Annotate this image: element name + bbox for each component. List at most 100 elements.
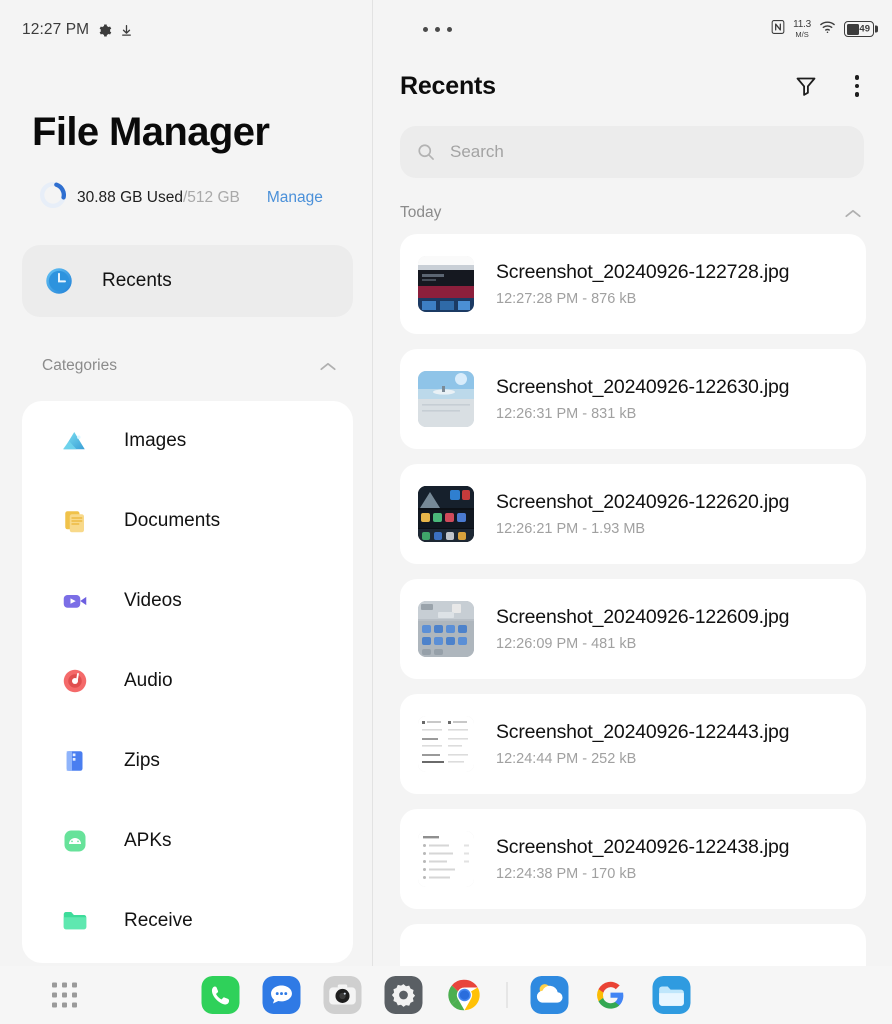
table-row[interactable]: Screenshot_20240926-122443.jpg 12:24:44 … (400, 694, 866, 794)
sidebar-item-label: Documents (124, 510, 220, 532)
search-placeholder: Search (450, 142, 504, 162)
file-name: Screenshot_20240926-122728.jpg (496, 261, 789, 283)
dock-app-list (202, 976, 691, 1014)
table-row[interactable]: Screenshot_20240926-122609.jpg 12:26:09 … (400, 579, 866, 679)
sidebar-item-label: Receive (124, 910, 193, 932)
file-thumbnail (418, 831, 474, 887)
storage-ring-icon (40, 182, 66, 213)
file-meta: 12:24:44 PM - 252 kB (496, 751, 789, 767)
chevron-up-icon[interactable] (319, 361, 337, 372)
sidebar-item-label: Audio (124, 670, 173, 692)
file-name: Screenshot_20240926-122438.jpg (496, 836, 789, 858)
wifi-icon (819, 20, 836, 39)
file-name: Screenshot_20240926-122630.jpg (496, 376, 789, 398)
main-panel: 11.3 M/S 49 (373, 0, 892, 1024)
audio-disc-icon (60, 666, 90, 696)
sidebar-item-label: Images (124, 430, 186, 452)
manage-storage-link[interactable]: Manage (267, 189, 323, 207)
file-info: Screenshot_20240926-122630.jpg 12:26:31 … (496, 376, 789, 422)
sidebar-item-videos[interactable]: Videos (22, 561, 353, 641)
file-meta: 12:24:38 PM - 170 kB (496, 866, 789, 882)
sidebar-item-label: Recents (102, 270, 172, 292)
file-thumbnail (418, 486, 474, 542)
main-header-actions (794, 72, 863, 100)
filter-funnel-icon[interactable] (794, 74, 818, 98)
page-title: File Manager (0, 44, 373, 155)
table-row[interactable]: Screenshot_20240926-122438.jpg 12:24:38 … (400, 809, 866, 909)
kebab-menu-icon[interactable] (852, 72, 863, 100)
file-manager-screen: 12:27 PM File Manager (0, 0, 892, 1024)
file-name: Screenshot_20240926-122609.jpg (496, 606, 789, 628)
status-bar-left: 12:27 PM (0, 0, 373, 44)
storage-summary: 30.88 GB Used/512 GB Manage (0, 155, 373, 213)
network-speed-indicator: 11.3 M/S (793, 20, 811, 39)
file-thumbnail (418, 371, 474, 427)
categories-label: Categories (42, 357, 117, 375)
nfc-icon (771, 19, 785, 40)
settings-app-icon[interactable] (385, 976, 423, 1014)
camera-app-icon[interactable] (324, 976, 362, 1014)
gear-icon (97, 23, 112, 38)
sidebar: 12:27 PM File Manager (0, 0, 373, 1024)
sidebar-item-audio[interactable]: Audio (22, 641, 353, 721)
chrome-app-icon[interactable] (446, 976, 484, 1014)
weather-app-icon[interactable] (531, 976, 569, 1014)
storage-used-value: 30.88 GB Used (77, 189, 183, 206)
app-dock (0, 966, 892, 1024)
status-time: 12:27 PM (22, 21, 89, 39)
file-info: Screenshot_20240926-122728.jpg 12:27:28 … (496, 261, 789, 307)
battery-percent: 49 (859, 24, 870, 35)
main-title: Recents (400, 72, 496, 101)
pane-divider (372, 0, 373, 966)
sidebar-item-zips[interactable]: Zips (22, 721, 353, 801)
sidebar-item-recents[interactable]: Recents (22, 245, 353, 317)
messages-app-icon[interactable] (263, 976, 301, 1014)
google-app-icon[interactable] (592, 976, 630, 1014)
section-header-today[interactable]: Today (400, 200, 862, 226)
status-bar-right: 11.3 M/S 49 (373, 0, 892, 44)
battery-indicator: 49 (844, 21, 874, 37)
dock-divider (507, 982, 508, 1008)
zip-folder-icon (60, 746, 90, 776)
search-icon (416, 142, 436, 162)
main-header: Recents (373, 44, 892, 106)
sidebar-item-images[interactable]: Images (22, 401, 353, 481)
image-mountain-icon (60, 426, 90, 456)
file-thumbnail (418, 256, 474, 312)
network-speed-unit: M/S (795, 31, 808, 39)
sidebar-item-label: Zips (124, 750, 160, 772)
file-info: Screenshot_20240926-122443.jpg 12:24:44 … (496, 721, 789, 767)
file-meta: 12:27:28 PM - 876 kB (496, 291, 789, 307)
file-list: Screenshot_20240926-122728.jpg 12:27:28 … (400, 234, 866, 1024)
categories-section-header[interactable]: Categories (22, 349, 351, 383)
file-meta: 12:26:09 PM - 481 kB (496, 636, 789, 652)
files-app-icon[interactable] (653, 976, 691, 1014)
status-indicator-icons: 11.3 M/S 49 (771, 19, 874, 40)
sidebar-item-label: Videos (124, 590, 182, 612)
documents-icon (60, 506, 90, 536)
table-row[interactable]: Screenshot_20240926-122630.jpg 12:26:31 … (400, 349, 866, 449)
table-row[interactable]: Screenshot_20240926-122728.jpg 12:27:28 … (400, 234, 866, 334)
sidebar-item-documents[interactable]: Documents (22, 481, 353, 561)
chevron-up-icon[interactable] (844, 208, 862, 219)
apk-android-icon (60, 826, 90, 856)
table-row[interactable]: Screenshot_20240926-122620.jpg 12:26:21 … (400, 464, 866, 564)
file-thumbnail (418, 601, 474, 657)
clock-icon (44, 266, 74, 296)
section-label: Today (400, 204, 441, 222)
sidebar-item-label: APKs (124, 830, 172, 852)
search-input[interactable]: Search (400, 126, 864, 178)
file-meta: 12:26:21 PM - 1.93 MB (496, 521, 789, 537)
file-thumbnail (418, 716, 474, 772)
three-dots-indicator (423, 27, 452, 32)
phone-app-icon[interactable] (202, 976, 240, 1014)
network-speed-value: 11.3 (793, 20, 811, 30)
file-name: Screenshot_20240926-122620.jpg (496, 491, 789, 513)
receive-folder-icon (60, 906, 90, 936)
app-drawer-grid-icon[interactable] (52, 983, 77, 1008)
file-info: Screenshot_20240926-122438.jpg 12:24:38 … (496, 836, 789, 882)
sidebar-item-apks[interactable]: APKs (22, 801, 353, 881)
sidebar-item-receive[interactable]: Receive (22, 881, 353, 961)
video-camera-icon (60, 586, 90, 616)
file-name: Screenshot_20240926-122443.jpg (496, 721, 789, 743)
